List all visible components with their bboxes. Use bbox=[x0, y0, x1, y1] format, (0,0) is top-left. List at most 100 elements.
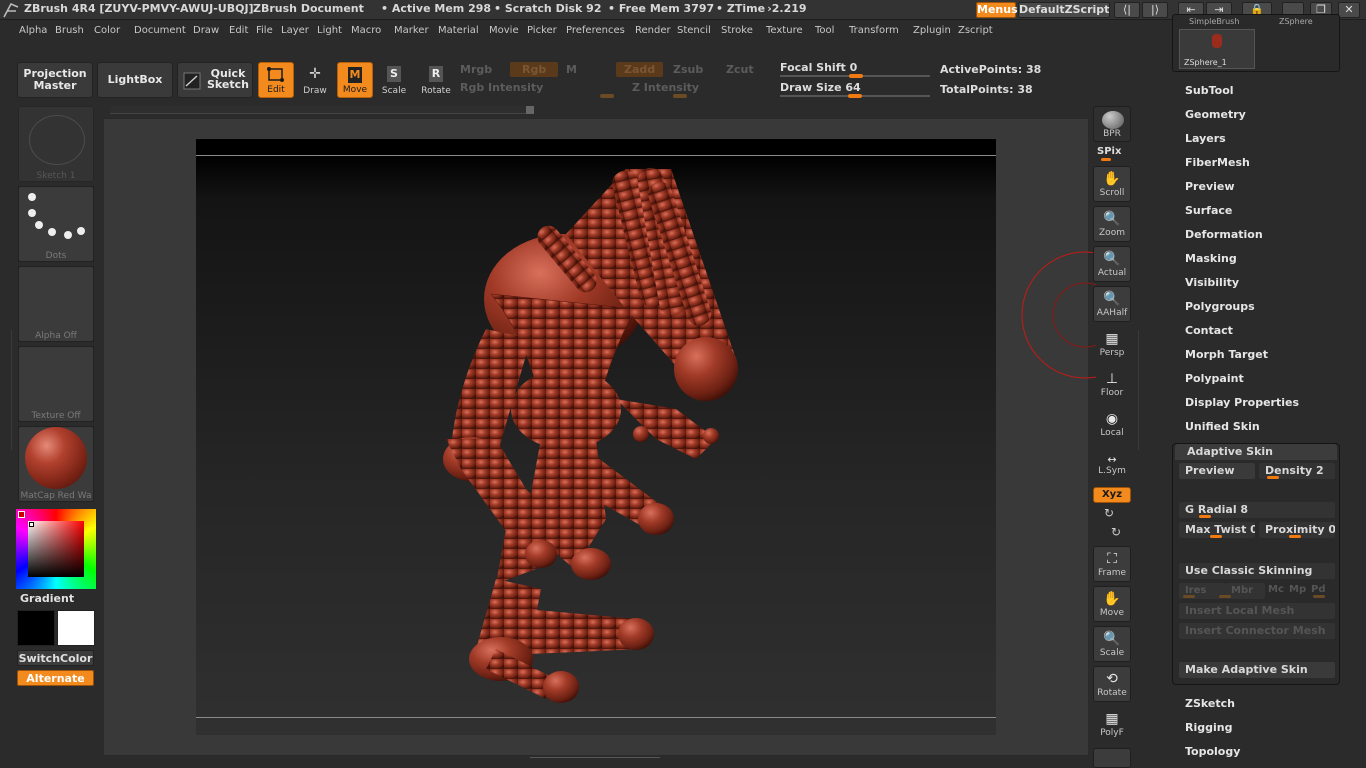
g-radial-knob[interactable] bbox=[1199, 515, 1211, 518]
menu-tool[interactable]: Tool bbox=[815, 25, 834, 36]
polypaint-section[interactable]: Polypaint bbox=[1185, 372, 1244, 385]
layers-section[interactable]: Layers bbox=[1185, 132, 1226, 145]
mc-toggle[interactable]: Mc bbox=[1268, 584, 1284, 595]
unified-skin-section[interactable]: Unified Skin bbox=[1185, 420, 1260, 433]
zsub-toggle[interactable]: Zsub bbox=[673, 63, 703, 76]
spix-label[interactable]: SPix bbox=[1097, 146, 1121, 157]
zsphere-model[interactable] bbox=[196, 139, 996, 735]
menu-stencil[interactable]: Stencil bbox=[677, 25, 711, 36]
right-tray-handle[interactable] bbox=[1138, 330, 1144, 450]
scale-mode-button[interactable]: S Scale bbox=[376, 62, 412, 98]
rgb-toggle[interactable]: Rgb bbox=[510, 62, 559, 77]
pd-knob[interactable] bbox=[1313, 595, 1325, 598]
m-toggle[interactable]: M bbox=[566, 63, 577, 76]
use-classic-skinning-button[interactable]: Use Classic Skinning bbox=[1179, 563, 1335, 579]
zsphere-thumb-label[interactable]: ZSphere bbox=[1279, 17, 1313, 26]
zadd-toggle[interactable]: Zadd bbox=[616, 62, 664, 77]
lsym-button[interactable]: ↔ L.Sym bbox=[1093, 450, 1131, 478]
surface-section[interactable]: Surface bbox=[1185, 204, 1232, 217]
color-marker[interactable] bbox=[29, 522, 34, 527]
menu-edit[interactable]: Edit bbox=[229, 25, 248, 36]
menu-alpha[interactable]: Alpha bbox=[19, 25, 47, 36]
menu-render[interactable]: Render bbox=[635, 25, 671, 36]
mp-toggle[interactable]: Mp bbox=[1289, 584, 1306, 595]
floor-button[interactable]: ⊥ Floor bbox=[1093, 366, 1131, 402]
rotate-view-button[interactable]: ⟲ Rotate bbox=[1093, 666, 1131, 702]
frame-button[interactable]: ⛶ Frame bbox=[1093, 546, 1131, 582]
menu-texture[interactable]: Texture bbox=[766, 25, 803, 36]
scroll-button[interactable]: ✋ Scroll bbox=[1093, 166, 1131, 202]
move-view-button[interactable]: ✋ Move bbox=[1093, 586, 1131, 622]
display-properties-section[interactable]: Display Properties bbox=[1185, 396, 1299, 409]
zsphere1-thumbnail[interactable]: ZSphere_1 bbox=[1179, 29, 1255, 69]
gradient-label[interactable]: Gradient bbox=[20, 592, 74, 605]
alpha-slot[interactable]: Alpha Off bbox=[18, 266, 94, 342]
spix-knob[interactable] bbox=[1101, 158, 1111, 161]
rotate-z-icon[interactable]: ↻ bbox=[1111, 525, 1121, 539]
rotate-y-icon[interactable]: ↻ bbox=[1104, 506, 1114, 520]
pd-toggle[interactable]: Pd bbox=[1311, 584, 1326, 595]
max-twist-knob[interactable] bbox=[1210, 535, 1222, 538]
bpr-button[interactable]: BPR bbox=[1093, 106, 1131, 142]
density-knob[interactable] bbox=[1267, 476, 1279, 479]
bottom-tray-handle[interactable] bbox=[530, 757, 660, 765]
menu-marker[interactable]: Marker bbox=[394, 25, 429, 36]
xyz-button[interactable]: Xyz bbox=[1093, 487, 1131, 503]
insert-local-mesh-button[interactable]: Insert Local Mesh bbox=[1179, 603, 1335, 619]
menus-button[interactable]: Menus bbox=[976, 2, 1018, 18]
insert-connector-mesh-button[interactable]: Insert Connector Mesh bbox=[1179, 623, 1335, 639]
rgb-intensity-knob[interactable] bbox=[600, 94, 614, 98]
polygroups-section[interactable]: Polygroups bbox=[1185, 300, 1255, 313]
menu-macro[interactable]: Macro bbox=[351, 25, 381, 36]
zcut-toggle[interactable]: Zcut bbox=[726, 63, 754, 76]
color-picker[interactable] bbox=[16, 509, 96, 589]
menu-stroke[interactable]: Stroke bbox=[721, 25, 753, 36]
transp-button[interactable] bbox=[1093, 748, 1131, 768]
contact-section[interactable]: Contact bbox=[1185, 324, 1233, 337]
local-button[interactable]: ◉ Local bbox=[1093, 406, 1131, 442]
menu-preferences[interactable]: Preferences bbox=[566, 25, 625, 36]
hue-marker[interactable] bbox=[18, 511, 25, 518]
actual-button[interactable]: 🔍 Actual bbox=[1093, 246, 1131, 282]
document-scrollbar-horizontal[interactable] bbox=[110, 106, 534, 114]
default-zscript-button[interactable]: DefaultZScript bbox=[1018, 2, 1110, 18]
masking-section[interactable]: Masking bbox=[1185, 252, 1237, 265]
make-adaptive-skin-button[interactable]: Make Adaptive Skin bbox=[1179, 662, 1335, 678]
scale-view-button[interactable]: 🔍 Scale bbox=[1093, 626, 1131, 662]
z-intensity-slider[interactable]: Z Intensity bbox=[632, 81, 699, 94]
adaptive-skin-header[interactable]: Adaptive Skin bbox=[1175, 444, 1337, 460]
focal-shift-slider[interactable]: Focal Shift 0 bbox=[780, 61, 857, 74]
menu-color[interactable]: Color bbox=[94, 25, 120, 36]
geometry-section[interactable]: Geometry bbox=[1185, 108, 1246, 121]
menu-layer[interactable]: Layer bbox=[281, 25, 309, 36]
zoom-button[interactable]: 🔍 Zoom bbox=[1093, 206, 1131, 242]
quick-sketch-button[interactable]: Quick Sketch bbox=[177, 62, 253, 98]
stroke-slot[interactable]: Dots bbox=[18, 186, 94, 262]
close-icon[interactable]: ✕ bbox=[1338, 2, 1360, 18]
fibermesh-section[interactable]: FiberMesh bbox=[1185, 156, 1250, 169]
material-slot[interactable]: MatCap Red Wa bbox=[18, 426, 94, 502]
menu-draw[interactable]: Draw bbox=[193, 25, 219, 36]
canvas-viewport[interactable] bbox=[196, 139, 996, 735]
ires-knob[interactable] bbox=[1183, 595, 1195, 598]
visibility-section[interactable]: Visibility bbox=[1185, 276, 1239, 289]
menu-zscript[interactable]: Zscript bbox=[958, 25, 993, 36]
scrollbar-thumb[interactable] bbox=[526, 106, 534, 114]
sketch-slot[interactable]: Sketch 1 bbox=[18, 106, 94, 182]
menu-picker[interactable]: Picker bbox=[527, 25, 557, 36]
menu-material[interactable]: Material bbox=[438, 25, 479, 36]
menu-brush[interactable]: Brush bbox=[55, 25, 84, 36]
rotate-mode-button[interactable]: R Rotate bbox=[418, 62, 454, 98]
simplebrush-thumb-label[interactable]: SimpleBrush bbox=[1189, 17, 1239, 26]
move-mode-button[interactable]: M Move bbox=[337, 62, 373, 98]
scroll-right-icon[interactable]: |⟩ bbox=[1142, 2, 1168, 18]
draw-mode-button[interactable]: ✛ Draw bbox=[297, 62, 333, 98]
rigging-section[interactable]: Rigging bbox=[1185, 721, 1232, 734]
menu-movie[interactable]: Movie bbox=[489, 25, 519, 36]
adaptive-preview-button[interactable]: Preview bbox=[1179, 463, 1255, 479]
menu-zplugin[interactable]: Zplugin bbox=[913, 25, 951, 36]
draw-size-knob[interactable] bbox=[848, 94, 862, 98]
preview-section[interactable]: Preview bbox=[1185, 180, 1235, 193]
z-intensity-knob[interactable] bbox=[673, 94, 687, 98]
morph-target-section[interactable]: Morph Target bbox=[1185, 348, 1268, 361]
